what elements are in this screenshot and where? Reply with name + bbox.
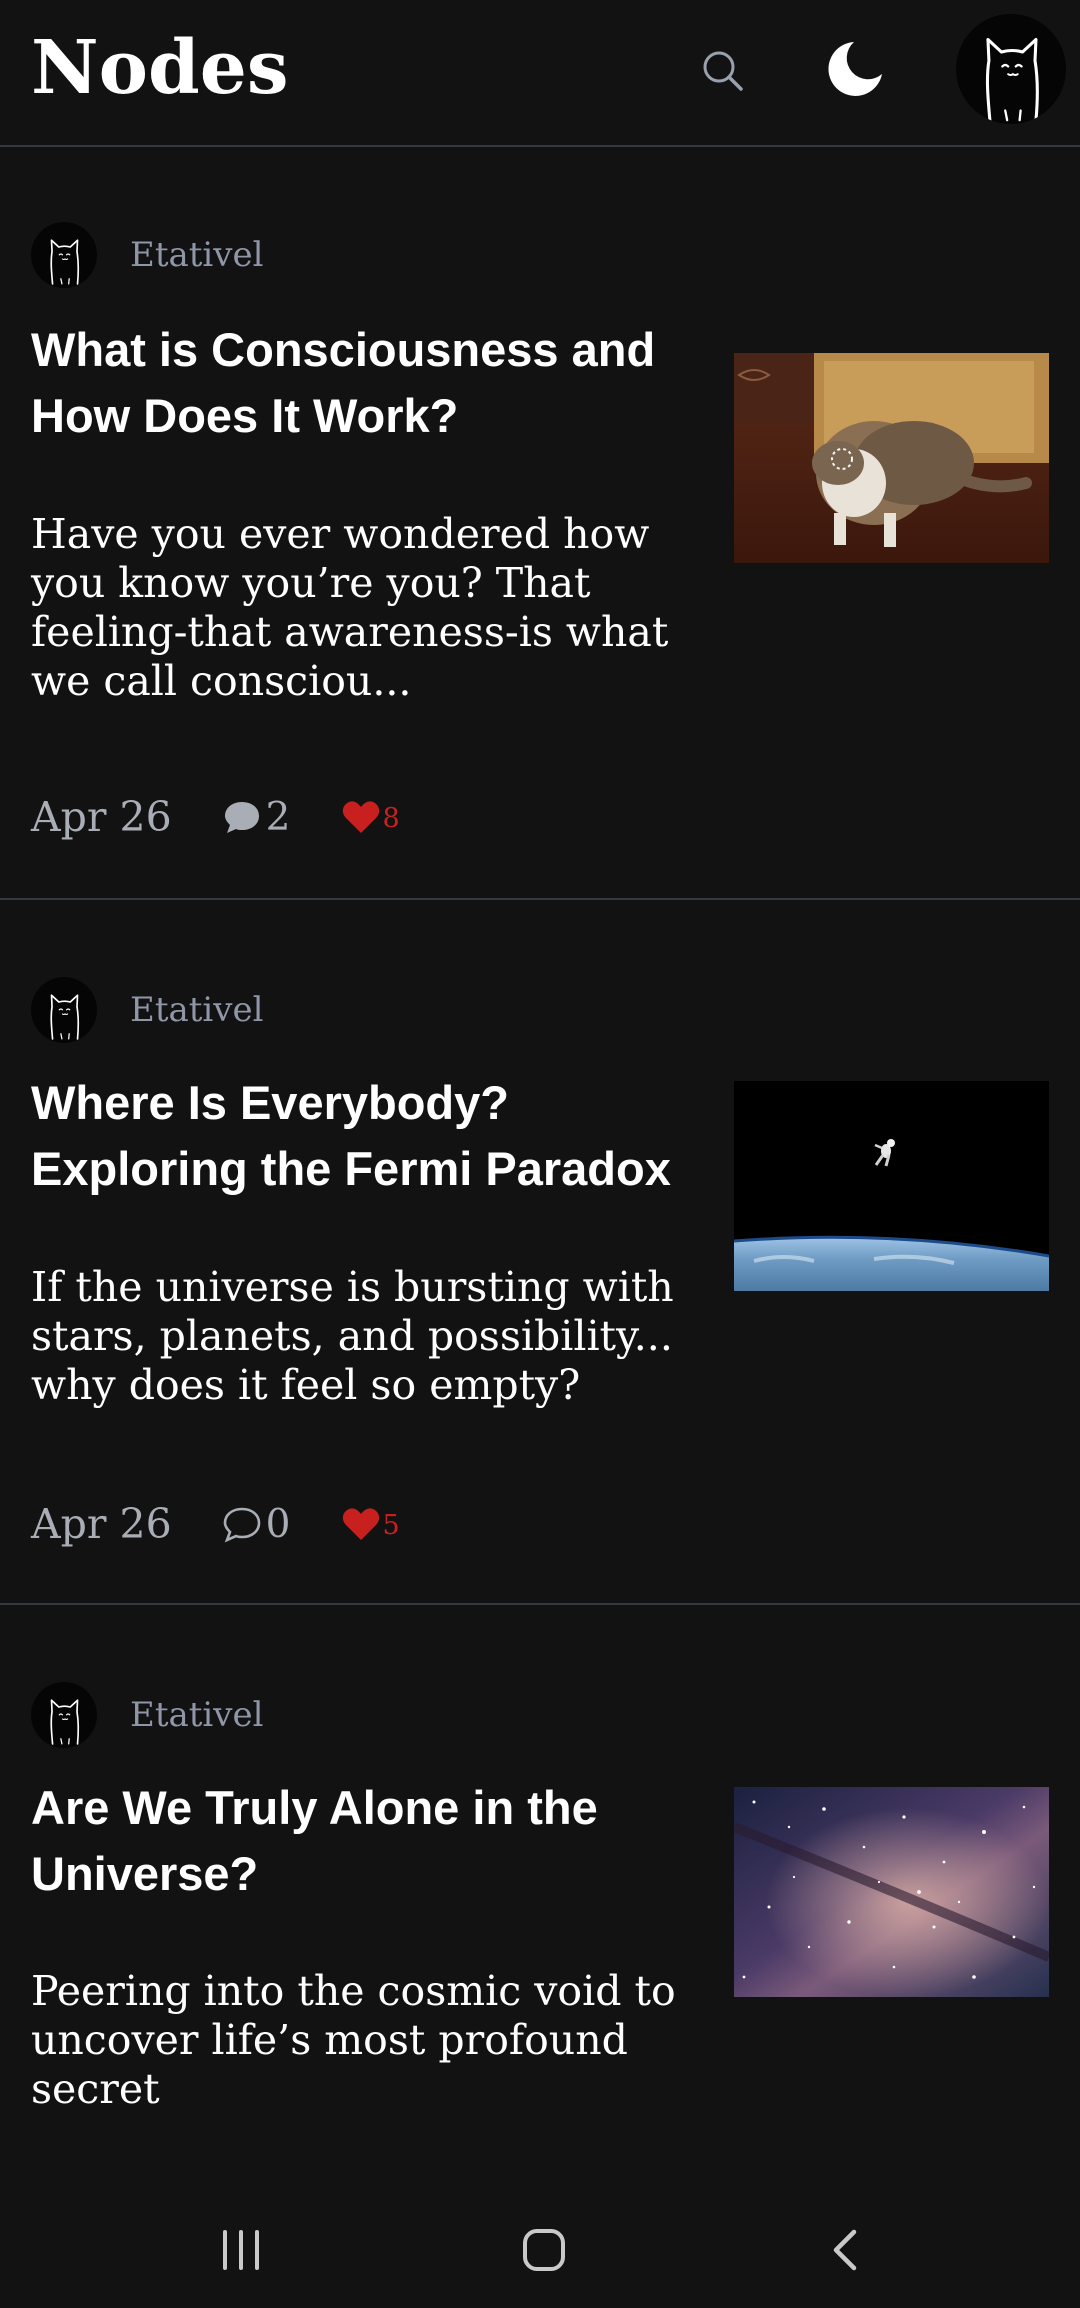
post-author[interactable]: Etativel: [31, 222, 264, 288]
system-navigation-bar: [0, 2190, 1080, 2308]
heart-icon[interactable]: [341, 798, 381, 836]
like-count: 8: [382, 802, 400, 834]
search-icon: [703, 51, 743, 91]
author-avatar: [31, 1682, 97, 1748]
post-author[interactable]: Etativel: [31, 977, 264, 1043]
post-thumbnail[interactable]: [734, 1787, 1049, 1997]
back-button[interactable]: [801, 2210, 891, 2290]
recents-icon: [223, 2230, 259, 2270]
post-thumbnail[interactable]: [734, 353, 1049, 563]
post-excerpt: Peering into the cosmic void to uncover …: [31, 1967, 676, 2113]
post-card[interactable]: Etativel Are We Truly Alone in the Unive…: [0, 1605, 1080, 2190]
like-count: 5: [382, 1509, 400, 1541]
post-card[interactable]: Etativel What is Consciousness and How D…: [0, 147, 1080, 900]
post-meta: Apr 26 2 8: [31, 787, 400, 847]
theme-toggle-button[interactable]: [820, 34, 890, 104]
post-card[interactable]: Etativel Where Is Everybody? Exploring t…: [0, 900, 1080, 1605]
post-title[interactable]: What is Consciousness and How Does It Wo…: [31, 317, 691, 449]
heart-icon[interactable]: [341, 1505, 381, 1543]
author-avatar: [31, 222, 97, 288]
comment-icon[interactable]: [222, 797, 262, 837]
post-meta: Apr 26 0 5: [31, 1494, 400, 1554]
app-title: Nodes: [31, 25, 289, 111]
cat-avatar-icon: [963, 24, 1059, 124]
post-title[interactable]: Are We Truly Alone in the Universe?: [31, 1775, 691, 1907]
post-excerpt: If the universe is bursting with stars, …: [31, 1263, 674, 1409]
post-date: Apr 26: [31, 1500, 172, 1548]
author-name: Etativel: [130, 235, 264, 275]
post-author[interactable]: Etativel: [31, 1682, 264, 1748]
post-date: Apr 26: [31, 793, 172, 841]
author-name: Etativel: [130, 990, 264, 1030]
profile-avatar-button[interactable]: [956, 14, 1066, 124]
author-name: Etativel: [130, 1695, 264, 1735]
post-thumbnail[interactable]: [734, 1081, 1049, 1291]
cat-avatar-icon: [38, 231, 90, 288]
back-icon: [833, 2229, 857, 2271]
astronaut-over-earth-photo: [734, 1081, 1049, 1291]
comment-count: 0: [265, 1501, 291, 1547]
app-header: Nodes: [0, 0, 1080, 147]
home-icon: [523, 2229, 565, 2271]
post-excerpt: Have you ever wondered how you know you’…: [31, 510, 669, 705]
moon-icon: [828, 42, 882, 96]
recents-button[interactable]: [196, 2210, 286, 2290]
search-button[interactable]: [692, 40, 752, 100]
comment-icon[interactable]: [222, 1504, 262, 1544]
post-title[interactable]: Where Is Everybody? Exploring the Fermi …: [31, 1070, 691, 1202]
cat-avatar-icon: [38, 1691, 90, 1748]
milky-way-photo: [734, 1787, 1049, 1997]
author-avatar: [31, 977, 97, 1043]
home-button[interactable]: [499, 2210, 589, 2290]
cat-photo: [734, 353, 1049, 563]
comment-count: 2: [265, 794, 291, 840]
cat-avatar-icon: [38, 986, 90, 1043]
